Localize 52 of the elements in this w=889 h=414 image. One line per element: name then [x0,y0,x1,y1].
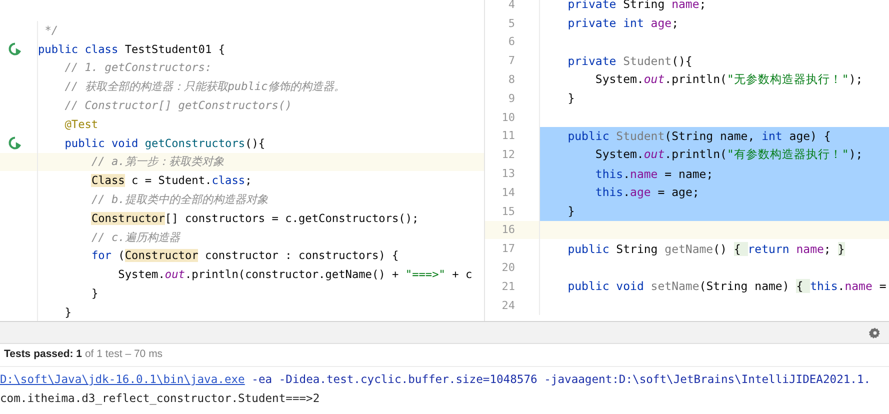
code-line: // b.提取类中的全部的构造器对象 [90,192,268,208]
code-line: } [90,287,98,300]
run-icon[interactable] [8,136,22,150]
code-line: Class c = Student.class; [90,174,252,188]
line-number: 11 [500,129,516,142]
code-line: public Student(String name, int age) { [566,128,831,143]
code-line: */ [44,24,58,37]
path-link[interactable]: D:\soft\Java\jdk-16.0.1\bin\java.exe [0,373,245,386]
line-number: 13 [500,167,516,180]
code-line: } [566,91,575,106]
code-line: Constructor[] constructors = c.getConstructors(); [90,212,419,225]
code-line: public void getConstructors(){ [64,136,266,150]
line-number: 24 [500,298,516,312]
line-number: 9 [507,92,516,105]
code-line: // a.第一步：获取类对象 [90,154,224,170]
code-line: } [64,306,72,319]
code-line: private int age; [566,16,679,30]
code-line: System.out.println("有参数构造器执行！"); [594,147,863,162]
code-line: public String getName() { return name; } [566,242,845,256]
code-line: // 1. getConstructors: [64,61,212,74]
line-number: 15 [500,204,516,218]
code-line: for (Constructor constructor : constructors) { [90,249,399,262]
code-line: public void setName(String name) { this.name = [566,279,886,294]
code-line: private Student(){ [566,54,692,68]
line-number: 6 [507,35,516,48]
test-status: Tests passed: 1 of 1 test – 70 ms [3,347,164,362]
line-number: 17 [500,242,516,256]
code-line: @Test [64,118,98,131]
run-icon[interactable] [8,42,22,56]
code-line: System.out.println(constructor.getName() + "===>" + c [117,268,472,282]
code-line: // Constructor[] getConstructors() [64,99,292,112]
line-number: 7 [507,54,516,68]
console-text: -ea -Didea.test.cyclic.buffer.size=1048576 -javaagent:D:\soft\JetBrains\IntelliJIDEA2021.1. [250,373,871,386]
line-number: 21 [500,280,516,293]
code-line: public class TestStudent01 { [38,42,226,56]
code-line: private String name; [566,0,706,12]
line-number: 10 [500,110,516,124]
line-number: 12 [500,148,516,162]
code-line: System.out.println("无参数构造器执行！"); [594,72,863,88]
code-line: this.name = name; [594,166,714,181]
code-line: } [566,204,575,218]
settings-icon[interactable] [869,326,881,338]
line-number: 14 [500,186,516,199]
line-number: 8 [507,73,516,86]
line-number: 4 [507,0,516,11]
line-number: 20 [500,261,516,274]
code-line: // 获取全部的构造器：只能获取public修饰的构造器。 [64,79,345,94]
console-text: com.itheima.d3_reflect_constructor.Student===>2 [0,392,320,405]
line-number: 5 [507,16,516,30]
line-number: 16 [500,223,516,236]
code-line: // c.遍历构造器 [90,230,180,245]
code-line: this.age = age; [594,185,700,200]
